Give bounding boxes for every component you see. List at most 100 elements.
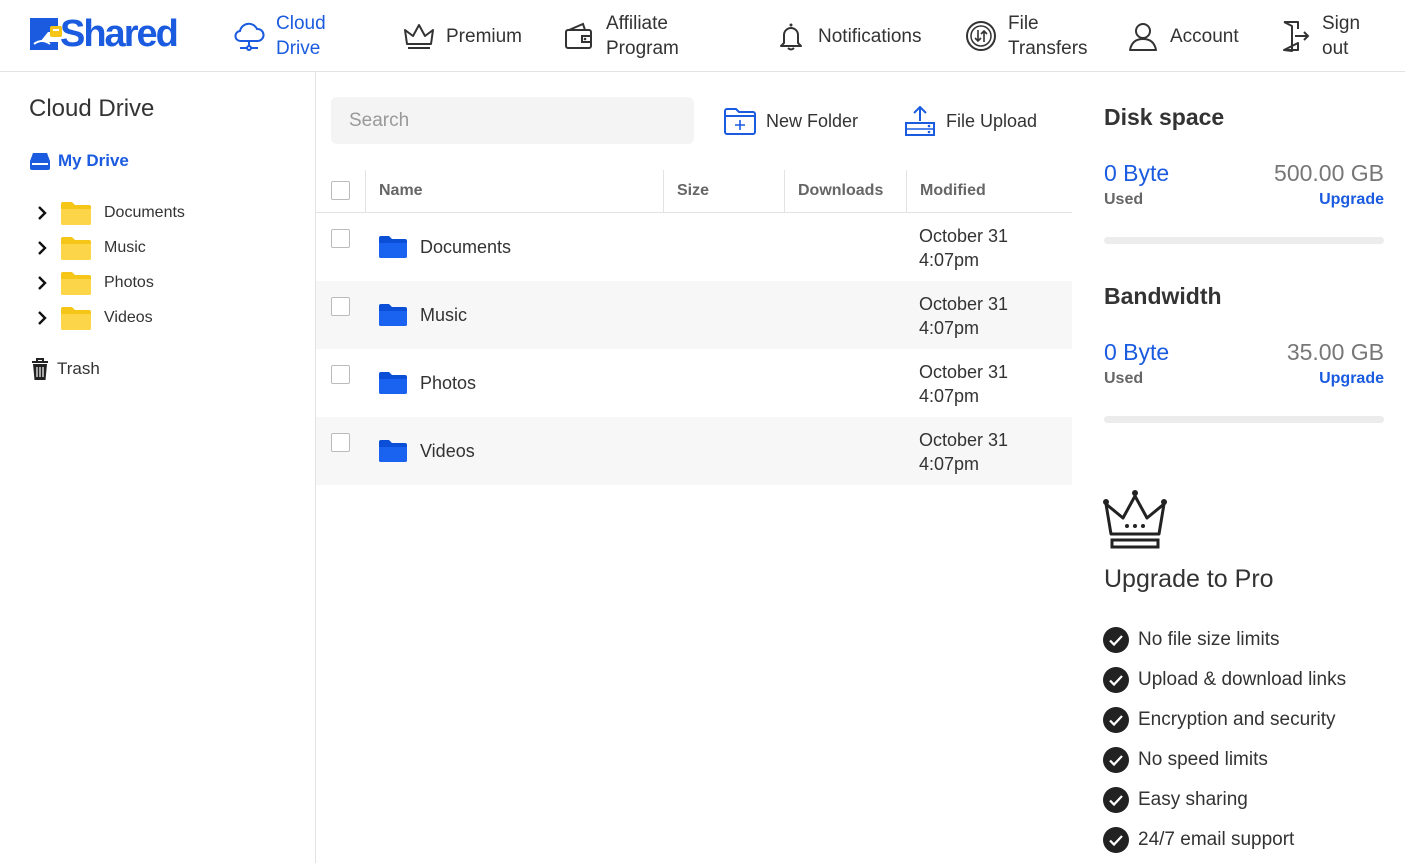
tree-item-photos[interactable]: Photos [34,268,154,298]
column-header-name[interactable]: Name [379,170,423,212]
nav-affiliate-program[interactable]: Affiliate Program [562,0,679,72]
nav-premium[interactable]: Premium [402,0,522,72]
column-divider [784,170,785,212]
feature-label: 24/7 email support [1138,829,1295,850]
nav-notifications[interactable]: Notifications [774,0,922,72]
feature-item: Easy sharing [1103,786,1248,814]
check-circle-icon [1103,627,1129,653]
check-circle-icon [1103,787,1129,813]
feature-item: No file size limits [1103,626,1279,654]
row-checkbox[interactable] [331,433,350,452]
logo-text: Shared [60,13,179,55]
sidebar: Cloud Drive My Drive Documents Music Pho… [0,72,316,863]
row-modified: October 31 4:07pm [919,224,1008,272]
nav-file-transfers[interactable]: File Transfers [964,0,1088,72]
row-name[interactable]: Documents [420,213,511,281]
nav-label: Cloud Drive [276,13,326,59]
row-modified: October 31 4:07pm [919,428,1008,476]
crown-icon [402,19,436,53]
check-circle-icon [1103,827,1129,853]
nav-label: Premium [446,25,523,47]
feature-item: 24/7 email support [1103,826,1294,854]
new-folder-label: New Folder [766,110,859,131]
folder-icon [61,202,91,225]
modified-date: October 31 [919,294,1009,314]
row-name[interactable]: Music [420,281,467,349]
row-checkbox[interactable] [331,297,350,316]
bandwidth-usage-bar [1104,416,1384,423]
new-folder-icon [724,108,756,135]
file-upload-button[interactable]: File Upload [903,102,1037,140]
row-modified: October 31 4:07pm [919,292,1008,340]
disk-space-title: Disk space [1104,104,1225,130]
sidebar-item-label: Trash [57,359,100,378]
column-header-downloads[interactable]: Downloads [798,170,883,212]
chevron-right-icon[interactable] [34,275,50,291]
column-divider [663,170,664,212]
bandwidth-used-label: Used [1104,370,1144,387]
check-circle-icon [1103,747,1129,773]
new-folder-button[interactable]: New Folder [723,102,858,140]
upgrade-pro-title: Upgrade to Pro [1104,565,1274,593]
nav-account[interactable]: Account [1126,0,1239,72]
folder-icon [379,304,407,326]
feature-label: No speed limits [1138,749,1268,770]
nav-sign-out[interactable]: Sign out [1278,0,1360,72]
file-upload-label: File Upload [946,110,1038,131]
chevron-right-icon[interactable] [34,205,50,221]
folder-icon [61,272,91,295]
row-checkbox[interactable] [331,365,350,384]
sidebar-item-label: My Drive [58,151,129,170]
disk-upgrade-link[interactable]: Upgrade [1319,191,1384,209]
chevron-right-icon[interactable] [34,240,50,256]
folder-icon [379,372,407,394]
nav-cloud-drive[interactable]: Cloud Drive [232,0,326,72]
crown-icon [1103,490,1167,549]
folder-icon [61,237,91,260]
file-list-panel: New Folder File Upload Name Size Downloa… [316,72,1072,863]
nav-label: File Transfers [1008,13,1088,59]
modified-date: October 31 [919,226,1009,246]
row-name[interactable]: Videos [420,417,475,485]
modified-time: 4:07pm [919,318,980,338]
search-input[interactable] [331,97,694,144]
chevron-right-icon[interactable] [34,310,50,326]
logo[interactable]: Shared [28,13,179,55]
table-row[interactable]: Music October 31 4:07pm [316,281,1072,349]
modified-time: 4:07pm [919,386,980,406]
sidebar-item-my-drive[interactable]: My Drive [29,151,129,171]
trash-icon [32,358,48,380]
storage-panel: Disk space 0 Byte 500.00 GB Used Upgrade… [1072,72,1405,863]
tree-item-label: Videos [104,309,153,326]
transfer-icon [964,19,998,53]
column-divider [906,170,907,212]
feature-label: Encryption and security [1138,709,1336,730]
tree-item-music[interactable]: Music [34,233,146,263]
nav-label: Affiliate Program [606,13,679,59]
nav-label: Notifications [818,25,922,47]
column-header-size[interactable]: Size [677,170,709,212]
upload-icon [905,105,935,136]
nav-label: Account [1170,25,1239,47]
row-name[interactable]: Photos [420,349,476,417]
tree-item-label: Music [104,239,146,256]
table-row[interactable]: Videos October 31 4:07pm [316,417,1072,485]
sidebar-item-trash[interactable]: Trash [29,357,100,381]
table-row[interactable]: Documents October 31 4:07pm [316,213,1072,281]
tree-item-documents[interactable]: Documents [34,198,185,228]
modified-time: 4:07pm [919,250,980,270]
table-row[interactable]: Photos October 31 4:07pm [316,349,1072,417]
disk-used-label: Used [1104,191,1144,208]
tree-item-videos[interactable]: Videos [34,303,153,333]
row-checkbox[interactable] [331,229,350,248]
column-header-modified[interactable]: Modified [920,170,986,212]
folder-icon [379,440,407,462]
disk-usage-bar [1104,237,1384,244]
modified-date: October 31 [919,430,1009,450]
sign-out-icon [1278,19,1312,53]
bandwidth-used-value: 0 Byte [1104,339,1170,365]
select-all-checkbox[interactable] [331,181,350,200]
cloud-icon [232,19,266,53]
row-modified: October 31 4:07pm [919,360,1008,408]
bandwidth-upgrade-link[interactable]: Upgrade [1319,370,1384,388]
